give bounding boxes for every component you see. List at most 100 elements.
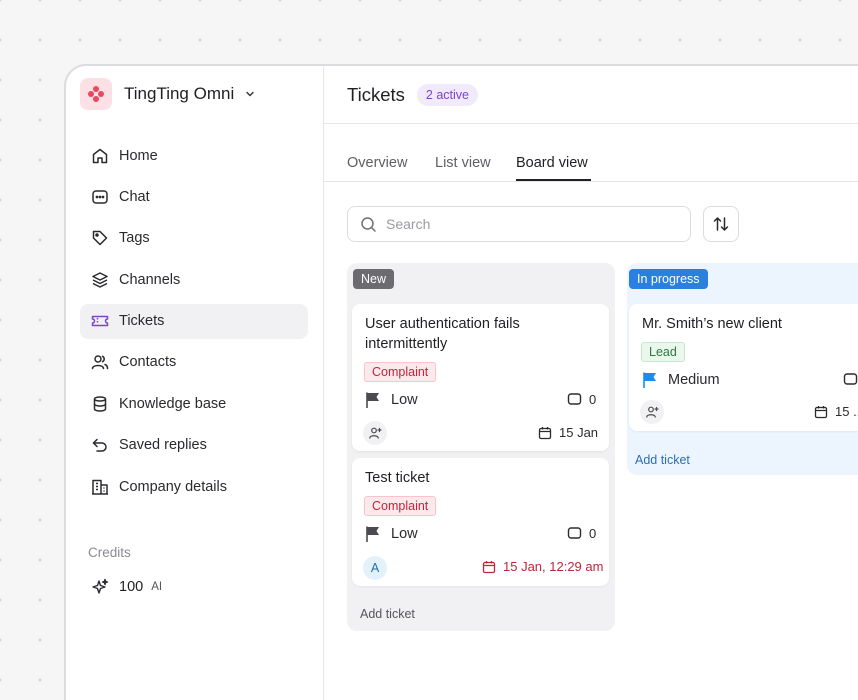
assign-user-button[interactable]	[640, 400, 664, 424]
sidebar-item-label: Tags	[119, 230, 150, 247]
ticket-tag: Complaint	[364, 362, 437, 382]
credits-unit: AI	[151, 581, 163, 593]
comment-icon	[843, 373, 858, 385]
column-status-badge: New	[353, 269, 395, 289]
sidebar-item-label: Contacts	[119, 354, 177, 371]
view-tabs: Overview List view Board view	[324, 124, 858, 182]
reply-icon	[92, 438, 107, 452]
priority-label: Low	[391, 392, 418, 408]
flag-icon	[366, 392, 379, 408]
due-date: 15 Jan, 12:29 am	[482, 559, 603, 574]
assignee-avatar[interactable]: A	[363, 556, 387, 580]
flag-icon	[366, 526, 379, 542]
ticket-icon	[91, 315, 109, 327]
comment-count-value: 0	[589, 526, 597, 541]
credits-balance: 100 AI	[90, 576, 162, 598]
board-column-new: New User authentication fails intermitte…	[347, 263, 615, 631]
chevron-down-icon	[244, 88, 256, 100]
ticket-card[interactable]: Test ticket Complaint Low 0 A 15 Jan, 12…	[352, 458, 609, 586]
sort-button[interactable]	[703, 206, 739, 242]
ticket-priority: Medium	[642, 371, 720, 389]
ticket-card[interactable]: Mr. Smith’s new client Lead Medium 15 ..…	[629, 304, 858, 431]
sidebar-item-saved-replies[interactable]: Saved replies	[80, 428, 308, 463]
board-column-in-progress: In progress Mr. Smith’s new client Lead …	[627, 263, 858, 475]
flag-icon	[643, 372, 656, 388]
due-date-value: 15 ...	[835, 404, 858, 419]
sidebar-item-contacts[interactable]: Contacts	[80, 345, 308, 380]
chat-icon	[92, 190, 108, 204]
active-tab-indicator	[516, 179, 591, 181]
due-date-value: 15 Jan	[559, 425, 599, 440]
tab-board-view[interactable]: Board view	[516, 155, 588, 171]
sidebar-item-home[interactable]: Home	[80, 138, 308, 173]
tab-overview[interactable]: Overview	[347, 155, 407, 171]
ticket-priority: Low	[365, 391, 418, 409]
credits-title: Credits	[88, 545, 131, 560]
due-date-value: 15 Jan, 12:29 am	[503, 559, 604, 574]
sidebar-nav: Home Chat Tags Channels Tickets Contacts	[80, 138, 308, 511]
sidebar-item-label: Tickets	[119, 313, 165, 330]
due-date: 15 Jan	[538, 425, 598, 440]
due-date: 15 ...	[814, 404, 858, 419]
workspace-switcher[interactable]: TingTing Omni	[80, 78, 256, 110]
home-icon	[92, 148, 108, 163]
workspace-name: TingTing Omni	[124, 84, 235, 103]
calendar-icon	[482, 560, 496, 573]
tab-list-view[interactable]: List view	[435, 155, 491, 171]
column-status-badge: In progress	[629, 269, 708, 289]
sidebar-item-label: Knowledge base	[119, 395, 227, 412]
sidebar-item-label: Home	[119, 147, 158, 164]
sidebar-item-company-details[interactable]: Company details	[80, 469, 308, 504]
comment-count	[843, 372, 858, 387]
add-ticket-button[interactable]: Add ticket	[635, 453, 690, 467]
users-icon	[91, 355, 109, 370]
priority-label: Low	[391, 526, 418, 542]
comment-icon	[567, 393, 582, 405]
add-ticket-button[interactable]: Add ticket	[360, 607, 415, 621]
logo-icon	[88, 86, 104, 102]
page-title: Tickets	[347, 83, 405, 105]
workspace-logo	[80, 78, 112, 110]
sidebar-item-tags[interactable]: Tags	[80, 221, 308, 256]
search-box	[347, 206, 691, 242]
user-add-icon	[369, 427, 382, 439]
search-icon	[361, 216, 376, 232]
ticket-tag: Complaint	[364, 496, 437, 516]
ticket-title: Mr. Smith’s new client	[642, 316, 782, 332]
main-content: Tickets 2 active Overview List view Boar…	[324, 66, 858, 700]
priority-label: Medium	[668, 372, 720, 388]
ticket-title: Test ticket	[365, 470, 430, 486]
ticket-priority: Low	[365, 525, 418, 543]
building-icon	[92, 479, 108, 495]
sidebar-item-label: Channels	[119, 271, 181, 288]
sidebar-item-label: Saved replies	[119, 437, 207, 454]
comment-count-value: 0	[589, 392, 597, 407]
sidebar-item-tickets[interactable]: Tickets	[80, 303, 308, 339]
layers-icon	[92, 271, 108, 288]
calendar-icon	[538, 426, 552, 439]
sparkles-icon	[92, 578, 109, 594]
app-window: TingTing Omni Home Chat Tags Channels Ti…	[64, 64, 858, 700]
credits-value: 100	[119, 579, 144, 595]
calendar-icon	[814, 405, 828, 418]
ticket-title: User authentication fails intermittently	[365, 316, 520, 352]
sidebar-item-channels[interactable]: Channels	[80, 262, 308, 297]
sidebar-item-knowledge-base[interactable]: Knowledge base	[80, 386, 308, 421]
comment-count: 0	[567, 526, 596, 541]
page-header: Tickets 2 active	[324, 66, 858, 124]
active-count-badge: 2 active	[416, 83, 478, 106]
tag-icon	[92, 231, 108, 246]
ticket-card[interactable]: User authentication fails intermittently…	[352, 304, 609, 451]
sort-icon	[713, 217, 729, 231]
database-icon	[93, 396, 107, 412]
user-add-icon	[646, 406, 659, 418]
sidebar-item-label: Company details	[119, 478, 227, 495]
ticket-tag: Lead	[641, 342, 685, 362]
search-input[interactable]	[386, 216, 666, 232]
assign-user-button[interactable]	[363, 421, 387, 445]
sidebar-item-label: Chat	[119, 188, 150, 205]
comment-count: 0	[567, 392, 596, 407]
sidebar: TingTing Omni Home Chat Tags Channels Ti…	[66, 66, 324, 700]
sidebar-item-chat[interactable]: Chat	[80, 179, 308, 214]
comment-icon	[567, 527, 582, 539]
